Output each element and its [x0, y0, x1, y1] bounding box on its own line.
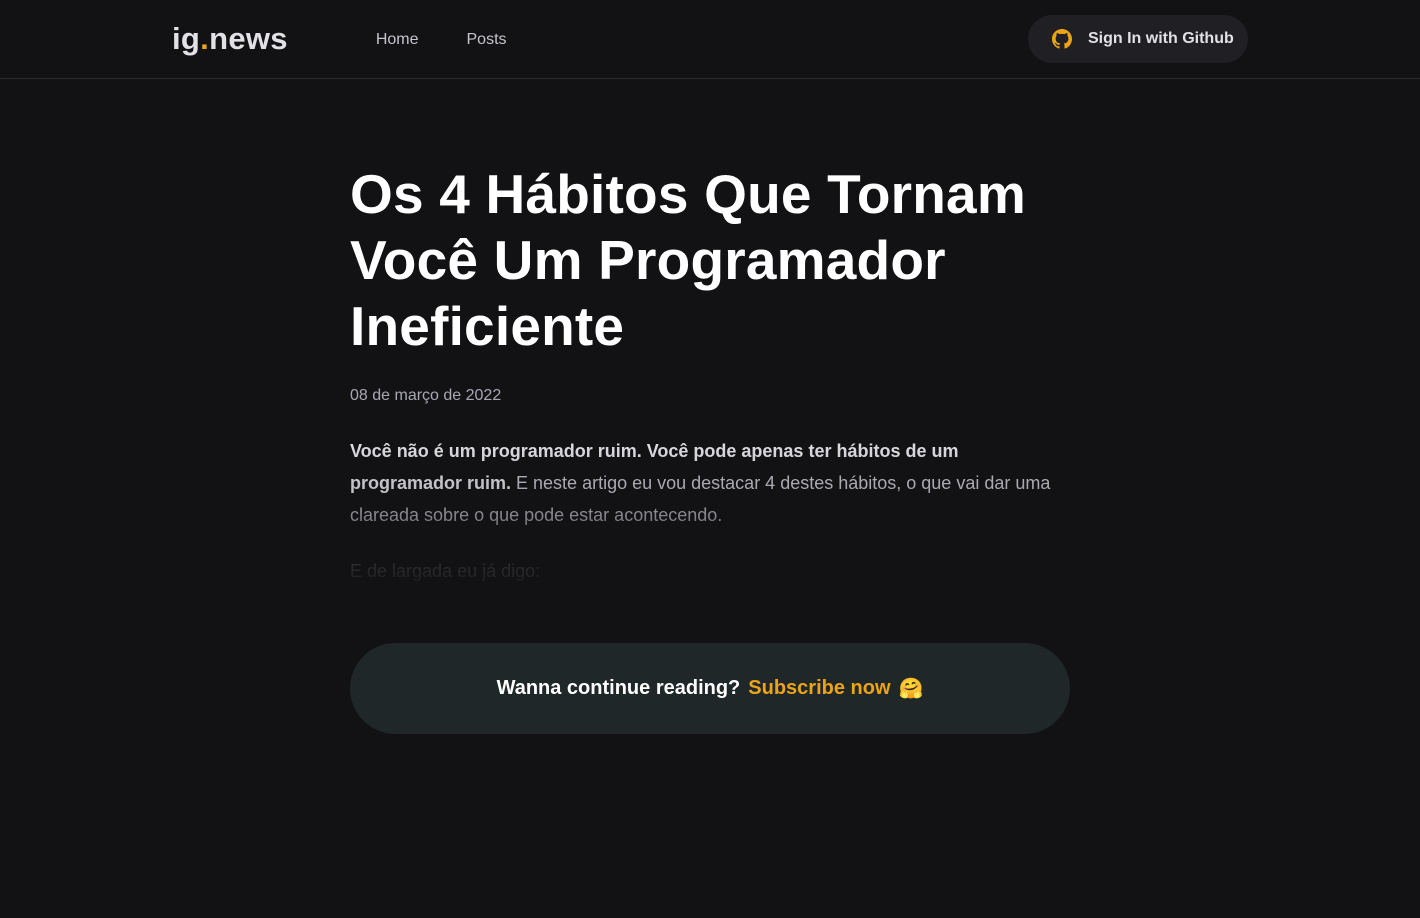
- post-title: Os 4 Hábitos Que Tornam Você Um Programa…: [350, 163, 1026, 357]
- sign-in-label: Sign In with Github: [1088, 30, 1234, 47]
- header: ig.news Home Posts Sign In with Github: [0, 0, 1420, 79]
- main-nav: Home Posts: [376, 0, 555, 78]
- nav-home-link[interactable]: Home: [376, 0, 419, 78]
- post-intro-paragraph: Você não é um programador ruim. Você pod…: [350, 435, 1070, 531]
- subscribe-now-link[interactable]: Subscribe now: [748, 677, 890, 700]
- github-icon: [1052, 29, 1072, 49]
- post-article: Os 4 Hábitos Que Tornam Você Um Programa…: [350, 161, 1070, 734]
- post-preview-content: Você não é um programador ruim. Você pod…: [350, 435, 1070, 597]
- logo-text: ig: [172, 21, 201, 56]
- sign-in-github-button[interactable]: Sign In with Github: [1028, 15, 1248, 63]
- post-date: 08 de março de 2022: [350, 387, 502, 404]
- hugging-face-emoji-icon: 🤗: [898, 678, 924, 700]
- logo-suffix: news: [209, 21, 288, 56]
- continue-reading-banner: Wanna continue reading? Subscribe now 🤗: [350, 643, 1070, 734]
- nav-posts-link[interactable]: Posts: [467, 0, 507, 78]
- cta-question: Wanna continue reading?: [496, 677, 741, 699]
- logo[interactable]: ig.news: [172, 21, 288, 57]
- logo-dot: .: [200, 21, 210, 56]
- header-content: ig.news Home Posts Sign In with Github: [148, 0, 1272, 78]
- post-second-paragraph: E de largada eu já digo:: [350, 561, 541, 581]
- post-main: Os 4 Hábitos Que Tornam Você Um Programa…: [350, 79, 1070, 734]
